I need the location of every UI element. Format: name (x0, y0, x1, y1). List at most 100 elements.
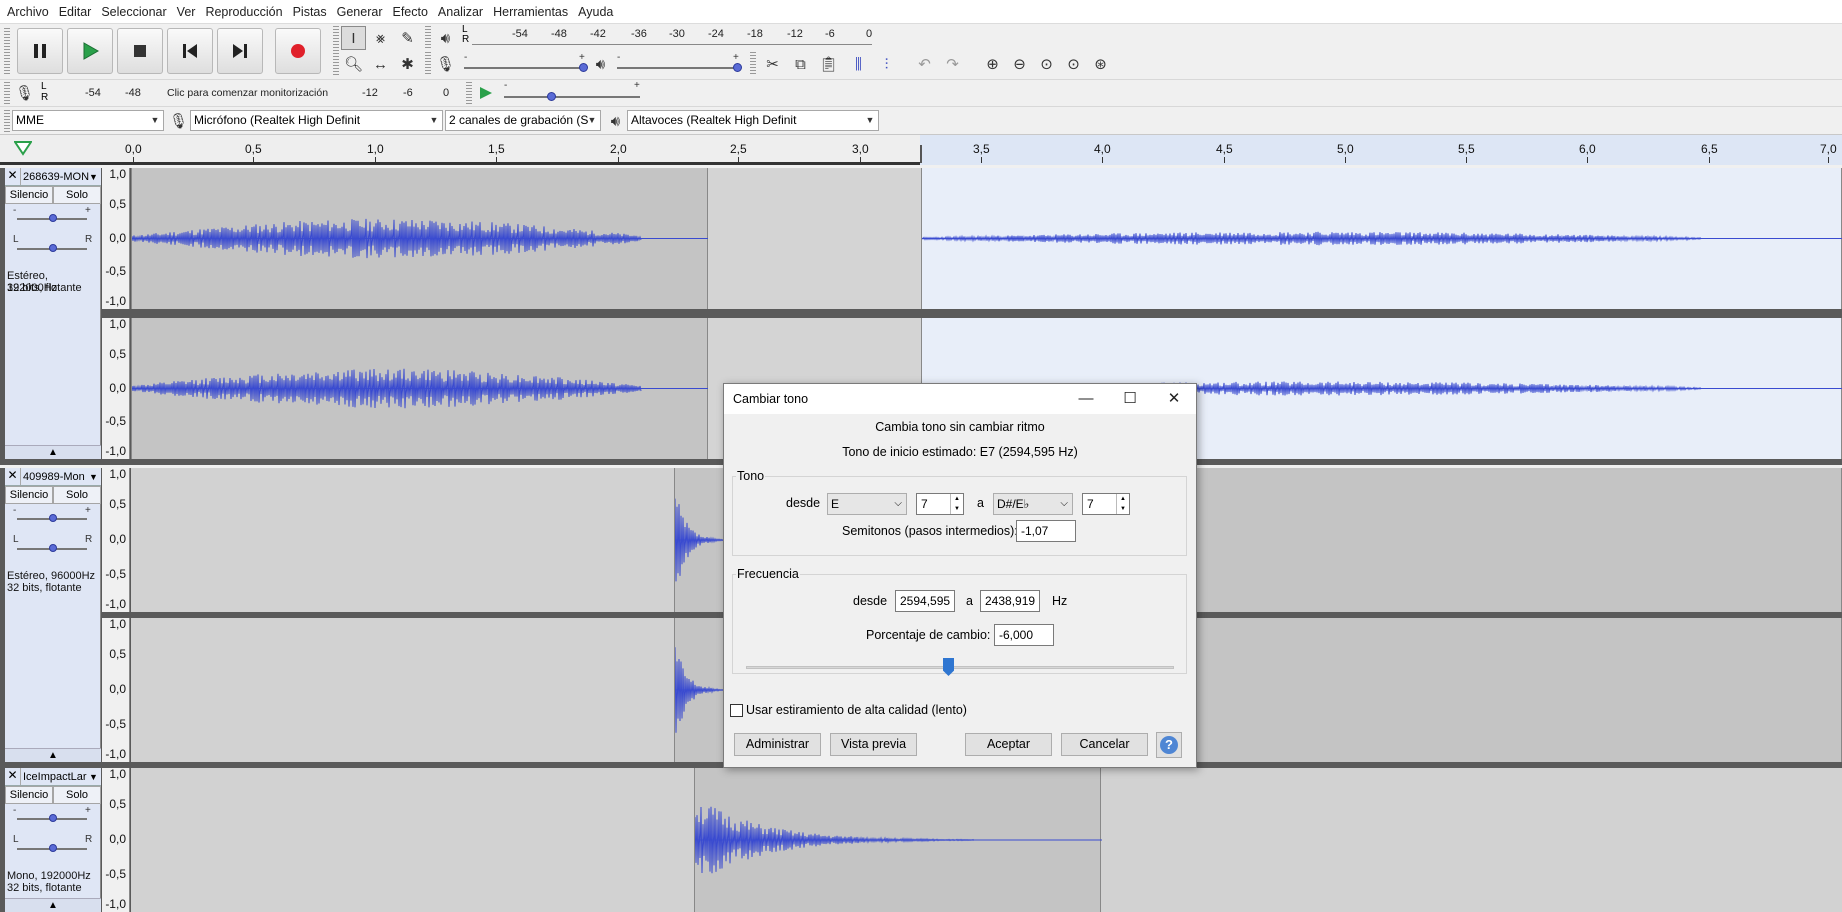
track-menu-chevron-down-icon[interactable]: ▼ (89, 472, 101, 482)
record-button[interactable] (275, 28, 321, 74)
from-octave-spinner[interactable]: 7 ▲ ▼ (916, 493, 964, 515)
waveform-channel[interactable] (131, 768, 1842, 912)
collapse-track-button[interactable]: ▲ (5, 748, 101, 762)
toolbar-grip[interactable] (750, 52, 756, 74)
redo-button[interactable]: ↷ (940, 52, 965, 76)
gain-slider-knob[interactable] (49, 814, 57, 822)
toolbar-grip[interactable] (425, 26, 431, 48)
pan-slider-knob[interactable] (49, 544, 57, 552)
collapse-track-button[interactable]: ▲ (5, 445, 101, 459)
record-volume-knob[interactable] (579, 63, 588, 72)
solo-button[interactable]: Solo (53, 486, 101, 504)
zoom-in-button[interactable]: ⊕ (980, 52, 1005, 76)
track-control-panel[interactable]: ✕ IceImpactLar ▼ Silencio Solo - + L R Mono, 1920… (5, 768, 101, 912)
freq-from-input[interactable]: 2594,595 (895, 590, 955, 612)
amplitude-scale[interactable]: 1,0 0,5 0,0 -0,5 -1,0 (102, 467, 130, 612)
track-close-button[interactable]: ✕ (5, 468, 21, 485)
track-name[interactable]: 268639-MON (21, 171, 89, 183)
high-quality-checkbox[interactable] (730, 704, 743, 717)
toolbar-grip[interactable] (4, 110, 10, 132)
gain-slider-knob[interactable] (49, 214, 57, 222)
audio-clip[interactable] (131, 168, 709, 309)
zoom-toggle-button[interactable]: ⊛ (1088, 52, 1113, 76)
menu-herramientas[interactable]: Herramientas (488, 0, 573, 24)
track-close-button[interactable]: ✕ (5, 768, 21, 785)
waveform-channel[interactable] (131, 168, 1842, 309)
play-speed-slider[interactable] (504, 96, 640, 98)
audio-host-select[interactable]: MME ▼ (12, 110, 164, 131)
pan-slider-knob[interactable] (49, 244, 57, 252)
copy-button[interactable]: ⧉ (788, 52, 813, 76)
menu-editar[interactable]: Editar (54, 0, 97, 24)
solo-button[interactable]: Solo (53, 786, 101, 804)
toolbar-grip[interactable] (333, 26, 339, 76)
freq-to-input[interactable]: 2438,919 (980, 590, 1040, 612)
help-button[interactable]: ? (1156, 732, 1182, 758)
spinner-arrows-icon[interactable]: ▲ ▼ (950, 494, 963, 514)
selection-start-marker[interactable] (920, 145, 923, 163)
skip-to-start-button[interactable] (167, 28, 213, 74)
pan-slider-knob[interactable] (49, 844, 57, 852)
stop-button[interactable] (117, 28, 163, 74)
menu-analizar[interactable]: Analizar (433, 0, 488, 24)
semitones-input[interactable]: -1,07 (1016, 520, 1076, 542)
gain-slider-knob[interactable] (49, 514, 57, 522)
fit-selection-button[interactable]: ⊙ (1034, 52, 1059, 76)
envelope-tool-button[interactable]: ⨳ (368, 26, 393, 50)
dialog-titlebar[interactable]: Cambiar tono — ☐ ✕ (724, 384, 1196, 414)
minimize-button[interactable]: — (1064, 387, 1108, 411)
selection-tool-button[interactable]: I (341, 26, 366, 50)
mute-button[interactable]: Silencio (5, 186, 53, 204)
to-octave-spinner[interactable]: 7 ▲ ▼ (1082, 493, 1130, 515)
pause-button[interactable] (17, 28, 63, 74)
percent-change-slider[interactable] (746, 666, 1174, 669)
close-button[interactable]: ✕ (1152, 387, 1196, 411)
audio-clip[interactable] (131, 318, 709, 459)
menu-reproducción[interactable]: Reproducción (200, 0, 287, 24)
playback-volume-slider[interactable] (617, 67, 740, 69)
spinner-arrows-icon[interactable]: ▲ ▼ (1116, 494, 1129, 514)
maximize-button[interactable]: ☐ (1108, 387, 1152, 411)
play-button[interactable] (67, 28, 113, 74)
audio-clip[interactable] (694, 768, 1102, 912)
from-note-select[interactable]: E ⌵ (827, 493, 907, 515)
record-meter-button[interactable]: 🎙︎ (12, 81, 37, 105)
manage-button[interactable]: Administrar (734, 733, 821, 756)
menu-generar[interactable]: Generar (332, 0, 388, 24)
to-note-select[interactable]: D#/E♭ ⌵ (993, 493, 1073, 515)
play-head-triangle-icon[interactable] (14, 141, 32, 157)
amplitude-scale[interactable]: 1,0 0,5 0,0 -0,5 -1,0 (102, 767, 130, 912)
amplitude-scale[interactable]: 1,0 0,5 0,0 -0,5 -1,0 (102, 617, 130, 762)
preview-button[interactable]: Vista previa (830, 733, 917, 756)
multi-tool-button[interactable]: ✱ (395, 52, 420, 76)
recording-channels-select[interactable]: 2 canales de grabación (S ▼ (445, 110, 601, 131)
mute-button[interactable]: Silencio (5, 486, 53, 504)
toolbar-grip[interactable] (4, 28, 10, 74)
menu-ayuda[interactable]: Ayuda (573, 0, 618, 24)
menu-archivo[interactable]: Archivo (2, 0, 54, 24)
menu-ver[interactable]: Ver (172, 0, 201, 24)
cut-button[interactable]: ✂ (760, 52, 785, 76)
collapse-track-button[interactable]: ▲ (5, 898, 101, 912)
track-name[interactable]: IceImpactLar (21, 771, 89, 783)
playback-device-select[interactable]: Altavoces (Realtek High Definit ▼ (627, 110, 879, 131)
timeshift-tool-button[interactable]: ↔ (368, 52, 393, 76)
record-meter-scale[interactable]: -54 -48 Clic para comenzar monitorizació… (50, 87, 450, 103)
toolbar-grip[interactable] (4, 82, 10, 104)
menu-efecto[interactable]: Efecto (387, 0, 432, 24)
percent-change-input[interactable]: -6,000 (994, 624, 1054, 646)
skip-to-end-button[interactable] (217, 28, 263, 74)
track-name[interactable]: 409989-Mon (21, 471, 89, 483)
solo-button[interactable]: Solo (53, 186, 101, 204)
undo-button[interactable]: ↶ (912, 52, 937, 76)
zoom-out-button[interactable]: ⊖ (1007, 52, 1032, 76)
menu-pistas[interactable]: Pistas (288, 0, 332, 24)
recording-device-select[interactable]: Micrófono (Realtek High Definit ▼ (190, 110, 443, 131)
toolbar-grip[interactable] (466, 82, 472, 104)
play-speed-knob[interactable] (547, 92, 556, 101)
toolbar-grip[interactable] (425, 52, 431, 74)
track-menu-chevron-down-icon[interactable]: ▼ (89, 172, 101, 182)
menu-seleccionar[interactable]: Seleccionar (96, 0, 171, 24)
mute-button[interactable]: Silencio (5, 786, 53, 804)
track-close-button[interactable]: ✕ (5, 168, 21, 185)
